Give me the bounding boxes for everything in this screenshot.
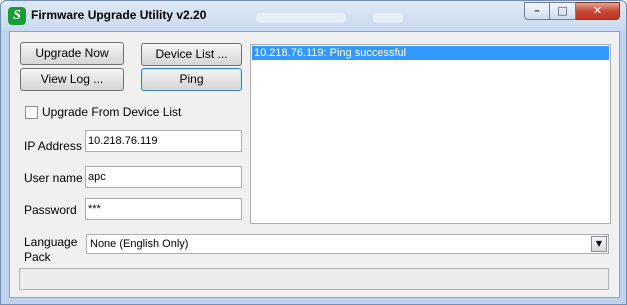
upgrade-now-button[interactable]: Upgrade Now — [20, 42, 124, 65]
user-name-input[interactable] — [85, 166, 242, 188]
language-pack-select[interactable]: None (English Only) ▼ — [86, 234, 609, 254]
ip-address-input[interactable] — [85, 130, 242, 152]
upgrade-from-device-list-label: Upgrade From Device List — [42, 105, 182, 119]
language-selected-value: None (English Only) — [90, 238, 189, 250]
title-bar[interactable]: S Firmware Upgrade Utility v2.20 – □ ✕ — [1, 1, 626, 31]
window-title: Firmware Upgrade Utility v2.20 — [31, 8, 207, 22]
maximize-icon[interactable]: □ — [550, 2, 576, 20]
minimize-icon[interactable]: – — [524, 2, 550, 20]
dialog-body: Upgrade Now Device List ... View Log ...… — [9, 31, 620, 298]
app-logo-icon: S — [8, 7, 26, 25]
language-label-line1: Language — [24, 235, 78, 249]
log-entry[interactable]: 10.218.76.119: Ping successful — [252, 46, 609, 60]
view-log-button[interactable]: View Log ... — [20, 68, 124, 91]
ip-address-label: IP Address — [24, 139, 82, 153]
user-name-label: User name — [24, 171, 83, 185]
background-blur — [256, 13, 346, 23]
ping-button[interactable]: Ping — [141, 68, 242, 91]
language-label-line2: Pack — [24, 250, 51, 264]
close-icon[interactable]: ✕ — [576, 2, 620, 20]
app-window: S Firmware Upgrade Utility v2.20 – □ ✕ U… — [0, 0, 627, 305]
background-blur-2 — [373, 13, 403, 23]
status-bar — [19, 268, 609, 290]
password-input[interactable] — [85, 198, 242, 220]
password-label: Password — [24, 203, 77, 217]
device-list-button[interactable]: Device List ... — [141, 43, 242, 66]
window-controls: – □ ✕ — [524, 2, 620, 20]
upgrade-from-device-list-checkbox[interactable] — [25, 106, 38, 119]
chevron-down-icon[interactable]: ▼ — [591, 236, 607, 252]
log-listbox[interactable]: 10.218.76.119: Ping successful — [250, 44, 611, 224]
